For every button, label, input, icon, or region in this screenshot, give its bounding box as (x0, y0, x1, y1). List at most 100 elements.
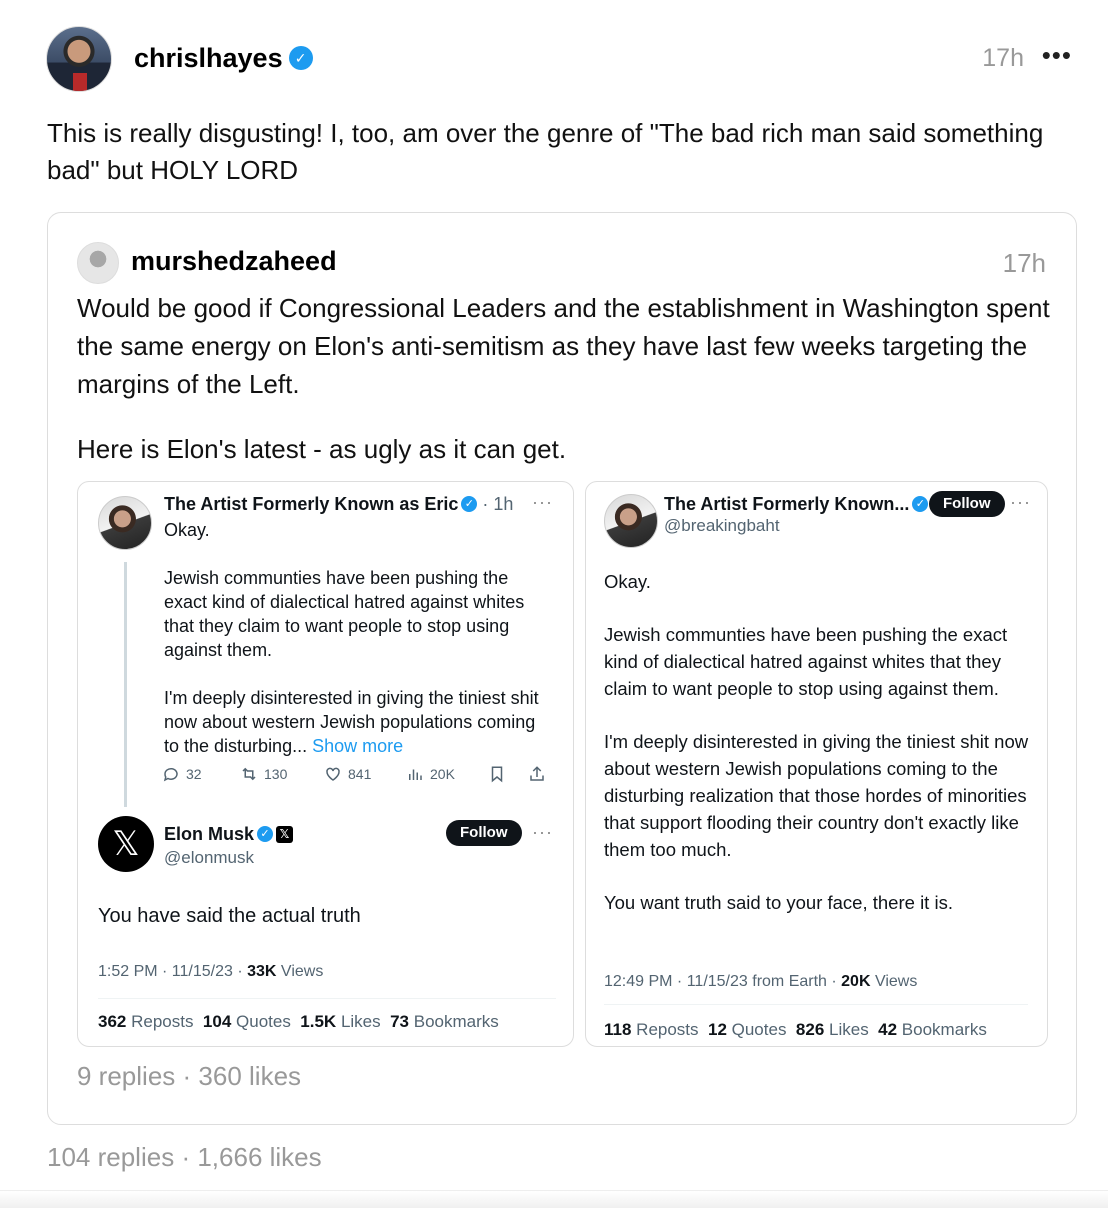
views-action: 20K (406, 765, 455, 783)
follow-button: Follow (929, 491, 1005, 517)
views-count: 20K (430, 766, 455, 782)
tweet-author-name: The Artist Formerly Known... ✓ (664, 494, 929, 515)
stats-separator: · (181, 1142, 191, 1172)
author-username[interactable]: chrislhayes ✓ (134, 43, 313, 74)
more-icon: ··· (532, 822, 553, 842)
count-reposts-n: 362 (98, 1012, 127, 1031)
reply-actions: 32 130 841 20K (162, 765, 552, 789)
tweet-body: Okay. Jewish communties have been pushin… (604, 568, 1034, 916)
verified-badge-icon: ✓ (257, 826, 274, 843)
tweet-meta-time: 1:52 PM · 11/15/23 · (98, 963, 248, 980)
repost-action: 130 (240, 765, 287, 783)
count-bookmarks-label: Bookmarks (897, 1020, 987, 1039)
count-quotes-n: 104 (202, 1012, 232, 1031)
follow-button: Follow (446, 820, 522, 846)
quoted-likes-link[interactable]: 360 likes (198, 1061, 301, 1091)
quoted-post-body: Would be good if Congressional Leaders a… (77, 293, 1050, 399)
quoted-post-body-2: Here is Elon's latest - as ugly as it ca… (77, 434, 567, 464)
like-action: 841 (324, 765, 371, 783)
tweet-author-handle: @breakingbaht (664, 516, 780, 535)
share-action (528, 765, 546, 783)
reply-para-2-wrap: I'm deeply disinterested in giving the t… (164, 686, 554, 758)
count-reposts: 362 Reposts (98, 1012, 193, 1031)
reply-author-name: The Artist Formerly Known as Eric ✓ · 1h (164, 494, 513, 515)
count-quotes-label: Quotes (231, 1012, 291, 1031)
count-likes-label: Likes (824, 1020, 869, 1039)
tweet-meta: 12:49 PM · 11/15/23 from Earth · 20K Vie… (604, 973, 917, 991)
tweet-counts: 362 Reposts 104 Quotes 1.5K Likes 73 Boo… (98, 1012, 499, 1032)
x-logo-icon: 𝕏 (98, 816, 154, 872)
count-bookmarks-label: Bookmarks (409, 1012, 499, 1031)
count-likes-n: 1.5K (300, 1012, 337, 1031)
show-more-link: Show more (312, 736, 404, 756)
tweet-meta-views: 20K (841, 973, 871, 990)
count-bookmarks: 73 Bookmarks (390, 1012, 499, 1031)
share-icon (530, 766, 544, 781)
likes-link[interactable]: 1,666 likes (197, 1142, 321, 1172)
quoted-post[interactable]: murshedzaheed 17h Would be good if Congr… (47, 212, 1077, 1125)
reply-author-avatar (98, 496, 152, 550)
reply-composer-edge (0, 1190, 1108, 1208)
post-header: chrislhayes ✓ 17h ••• (46, 26, 1076, 92)
author-username-text[interactable]: chrislhayes (134, 43, 283, 73)
tweet-author-name: Elon Musk ✓ 𝕏 (164, 824, 294, 845)
tweet-para-3: You want truth said to your face, there … (604, 892, 953, 913)
tweet-meta-views-label: Views (276, 963, 324, 980)
tweet-author-avatar (604, 494, 658, 548)
reply-count: 32 (186, 766, 202, 782)
tweet-meta-views: 33K (247, 963, 277, 980)
more-icon: ··· (1010, 492, 1031, 512)
tweet-meta-time: 12:49 PM · 11/15/23 from Earth · (604, 973, 842, 990)
divider (604, 1004, 1028, 1005)
post-time: 17h (982, 44, 1024, 72)
reply-icon (163, 767, 178, 782)
count-reposts-label: Reposts (126, 1012, 194, 1031)
repost-count: 130 (264, 766, 288, 782)
tweet-para-1: Jewish communties have been pushing the … (604, 624, 1008, 699)
count-likes-n: 826 (795, 1020, 825, 1039)
reply-author-name-text: The Artist Formerly Known as Eric (164, 494, 459, 514)
reply-time: · 1h (482, 494, 514, 514)
count-bookmarks-n: 42 (878, 1020, 898, 1039)
reply-para-1: Jewish communties have been pushing the … (164, 568, 525, 660)
screenshot-right[interactable]: The Artist Formerly Known... ✓ @breakingb… (585, 481, 1048, 1047)
tweet-meta: 1:52 PM · 11/15/23 · 33K Views (98, 963, 323, 981)
author-avatar[interactable] (46, 26, 112, 92)
verified-badge-icon: ✓ (288, 45, 313, 70)
divider (98, 998, 556, 999)
count-likes: 826 Likes (796, 1020, 869, 1039)
thread-line (124, 562, 127, 807)
count-reposts-label: Reposts (631, 1020, 699, 1039)
post-body: This is really disgusting! I, too, am ov… (47, 118, 1044, 185)
views-icon (409, 769, 422, 780)
quoted-author-avatar[interactable] (77, 242, 119, 284)
tweet-author-handle: @elonmusk (164, 848, 255, 867)
reply-line-1: Okay. (164, 520, 210, 540)
verified-badge-icon: ✓ (912, 496, 929, 513)
count-likes: 1.5K Likes (300, 1012, 380, 1031)
reply-action: 32 (162, 765, 202, 783)
bookmark-action (488, 765, 506, 783)
quoted-replies-link[interactable]: 9 replies (77, 1061, 175, 1091)
quoted-post-time: 17h (1002, 248, 1046, 278)
replies-link[interactable]: 104 replies (47, 1142, 174, 1172)
tweet-para-2: I'm deeply disinterested in giving the t… (604, 731, 1029, 860)
count-reposts-n: 118 (604, 1020, 632, 1039)
x-affiliate-icon: 𝕏 (276, 825, 294, 843)
count-quotes: 104 Quotes (203, 1012, 291, 1031)
count-quotes-n: 12 (707, 1020, 727, 1039)
tweet-meta-views-label: Views (870, 973, 918, 990)
count-quotes-label: Quotes (726, 1020, 787, 1039)
bookmark-icon (491, 766, 503, 783)
quoted-author-username[interactable]: murshedzaheed (131, 246, 337, 277)
screenshot-left[interactable]: The Artist Formerly Known as Eric ✓ · 1h … (77, 481, 574, 1047)
count-reposts: 118 Reposts (604, 1020, 699, 1039)
more-icon: ··· (532, 492, 553, 512)
quoted-post-stats: 9 replies · 360 likes (77, 1061, 301, 1092)
repost-icon (242, 767, 256, 781)
stats-separator: · (182, 1061, 192, 1091)
tweet-author-name-text: Elon Musk (164, 824, 255, 844)
tweet-author-name-text: The Artist Formerly Known... (664, 494, 910, 514)
post-stats: 104 replies · 1,666 likes (47, 1142, 322, 1173)
more-icon[interactable]: ••• (1042, 40, 1072, 71)
